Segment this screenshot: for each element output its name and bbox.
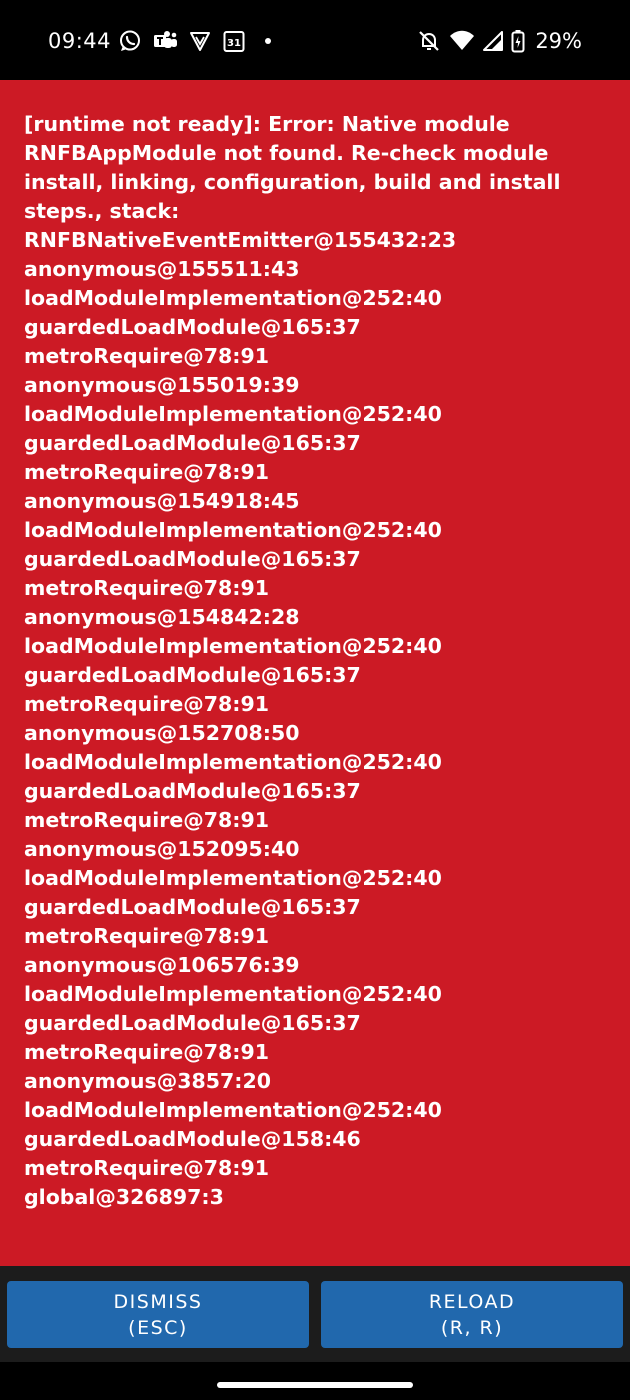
calendar-day-text: 31	[227, 38, 241, 49]
home-gesture-handle[interactable]	[217, 1382, 413, 1388]
dismiss-button-label: DISMISS	[113, 1290, 203, 1313]
mute-icon	[417, 29, 441, 53]
reload-button-shortcut: (R, R)	[440, 1316, 504, 1339]
battery-percentage: 29%	[535, 29, 582, 53]
vpn-shield-icon	[188, 29, 212, 53]
whatsapp-icon	[118, 29, 142, 53]
navigation-bar	[0, 1362, 630, 1400]
error-message: [runtime not ready]: Error: Native modul…	[24, 112, 561, 1209]
status-bar: 09:44 31 29%	[0, 0, 630, 80]
status-time: 09:44	[48, 29, 112, 53]
cellular-signal-icon	[483, 31, 504, 51]
teams-icon	[152, 29, 178, 53]
reload-button-label: RELOAD	[428, 1290, 516, 1313]
dismiss-button-shortcut: (ESC)	[128, 1316, 188, 1339]
more-notifications-dot-icon	[264, 37, 272, 45]
calendar-icon: 31	[222, 29, 246, 53]
redbox-button-bar: DISMISS (ESC) RELOAD (R, R)	[0, 1266, 630, 1362]
redbox-error-screen[interactable]: [runtime not ready]: Error: Native modul…	[0, 80, 630, 1266]
dismiss-button[interactable]: DISMISS (ESC)	[7, 1281, 309, 1348]
reload-button[interactable]: RELOAD (R, R)	[321, 1281, 623, 1348]
system-icons: 29%	[417, 27, 582, 55]
notification-icons: 31	[118, 27, 272, 55]
battery-icon	[511, 29, 525, 53]
wifi-icon	[449, 30, 475, 52]
